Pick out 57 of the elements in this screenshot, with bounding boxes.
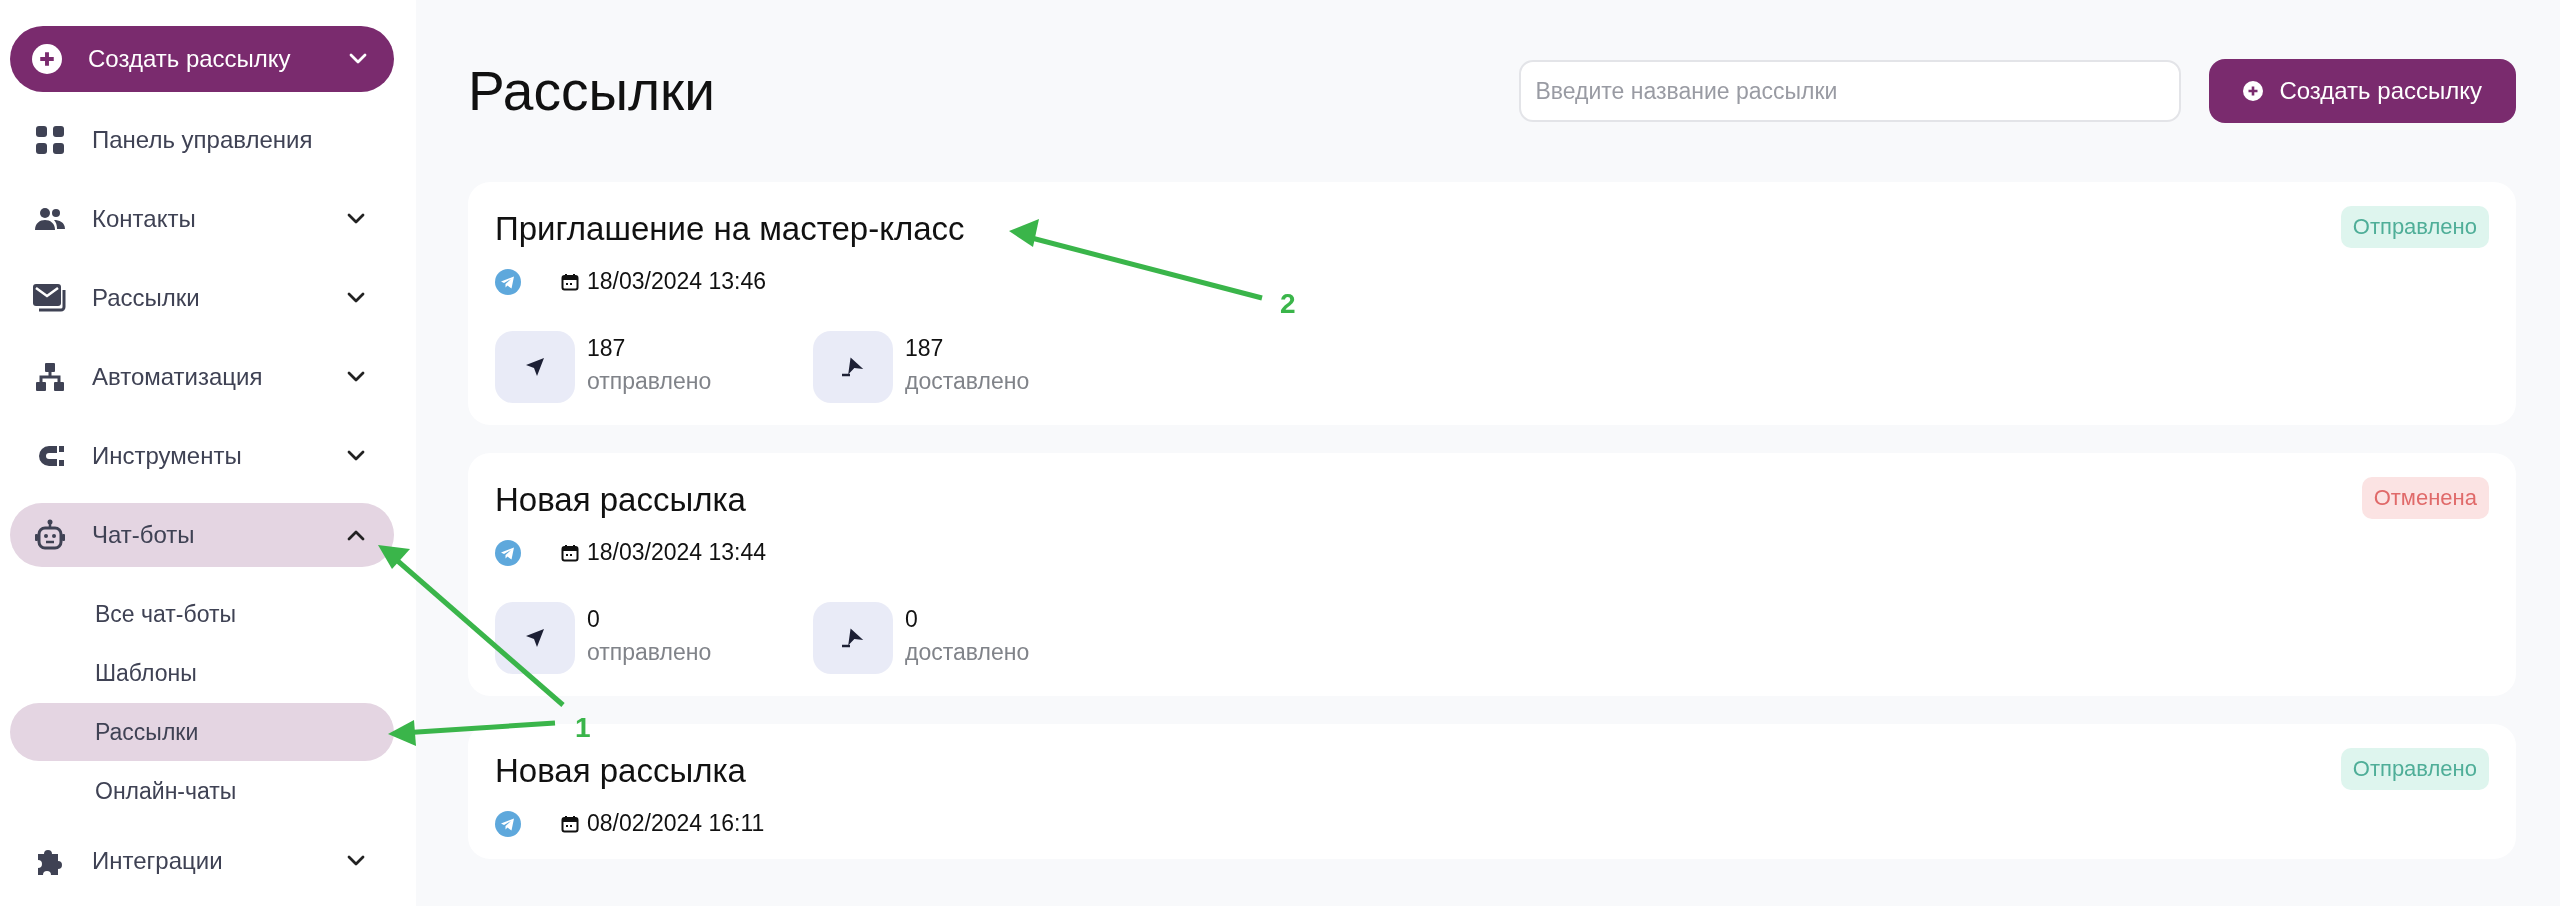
date-text: 18/03/2024 13:46 [587, 268, 767, 295]
envelope-icon [32, 282, 68, 313]
stat-label: доставлено [905, 639, 1030, 666]
create-mailing-button[interactable]: Создать рассылку [2209, 59, 2516, 123]
annotation-number: 2 [1280, 288, 1296, 320]
stat-label: отправлено [587, 639, 712, 666]
people-icon [34, 205, 66, 232]
plus-icon [32, 44, 62, 74]
stat-value: 0 [905, 606, 919, 633]
sidebar-item[interactable]: Инструменты [10, 423, 394, 488]
search-field[interactable]: Введите название рассылки [1519, 60, 2182, 122]
date-text: 08/02/2024 16:11 [587, 810, 765, 837]
sidebar-item[interactable]: Чат-боты [10, 502, 394, 567]
date-text: 18/03/2024 13:44 [587, 539, 767, 566]
calendar-icon [561, 543, 579, 562]
chevron-down-icon [346, 369, 366, 384]
paper-plane-icon [495, 602, 575, 674]
status-badge: Отправлено [2340, 748, 2489, 790]
mailing-title: Приглашение на мастер-класс [495, 210, 966, 248]
chevron-down-icon [348, 52, 368, 66]
stat-label: доставлено [905, 368, 1030, 395]
telegram-icon [495, 539, 521, 566]
chevron-down-icon [346, 448, 366, 463]
sidebar-item[interactable]: Панель управления [10, 107, 394, 172]
chevron-down-icon [346, 290, 366, 305]
robot-icon [35, 518, 65, 551]
sidebar-item[interactable]: Интеграции [10, 828, 394, 893]
stat-value: 187 [587, 335, 627, 362]
stat-label: отправлено [587, 368, 712, 395]
submenu-item[interactable]: Все чат-боты [10, 585, 394, 643]
status-badge: Отправлено [2340, 206, 2489, 248]
grid-icon [35, 124, 65, 155]
stat-value: 0 [587, 606, 601, 633]
chevron-down-icon [346, 853, 366, 868]
telegram-icon [495, 810, 521, 837]
mailing-card[interactable]: Новая рассылка Отменена 18/03/2024 13:44 0 отправлено 0 доставлено [468, 453, 2516, 696]
calendar-icon [561, 272, 579, 291]
check-plane-icon [813, 602, 893, 674]
submenu-item[interactable]: Онлайн-чаты [10, 762, 394, 820]
hierarchy-icon [35, 361, 65, 392]
telegram-icon [495, 268, 521, 295]
submenu-item[interactable]: Рассылки [10, 703, 394, 761]
create-mailing-button[interactable]: Создать рассылку [10, 26, 394, 92]
mailing-title: Новая рассылка [495, 752, 747, 790]
status-badge: Отменена [2361, 477, 2489, 519]
plus-icon [2243, 81, 2264, 101]
calendar-icon [561, 814, 579, 833]
paper-plane-icon [495, 331, 575, 403]
sidebar-item[interactable]: Автоматизация [10, 344, 394, 409]
sidebar-item[interactable]: Рассылки [10, 265, 394, 330]
page-title: Рассылки [468, 59, 716, 123]
submenu-item[interactable]: Шаблоны [10, 644, 394, 702]
mailing-title: Новая рассылка [495, 481, 747, 519]
sidebar-item[interactable]: Контакты [10, 186, 394, 251]
check-plane-icon [813, 331, 893, 403]
chevron-down-icon [346, 211, 366, 226]
stat-value: 187 [905, 335, 945, 362]
